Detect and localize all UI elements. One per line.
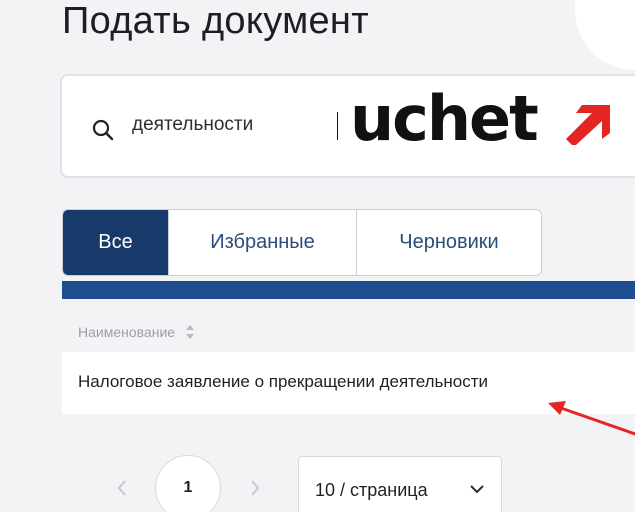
page-size-label: 10 / страница xyxy=(315,480,428,500)
next-page-icon[interactable] xyxy=(246,477,264,499)
tab-drafts[interactable]: Черновики xyxy=(357,210,541,275)
tab-all[interactable]: Все xyxy=(63,210,169,275)
logo-arrow-icon xyxy=(566,105,610,145)
corner-decoration xyxy=(575,0,635,70)
document-submission-panel: Подать документ uchet Все Избранные Черн… xyxy=(0,0,635,512)
text-caret xyxy=(337,112,338,140)
table-top-bar xyxy=(62,281,635,299)
sort-icon[interactable] xyxy=(185,323,195,341)
search-box[interactable] xyxy=(60,74,635,178)
chevron-down-icon xyxy=(470,485,484,494)
pagination: 1 10 / страница xyxy=(0,455,635,512)
page-title: Подать документ xyxy=(62,0,369,42)
document-tabs: Все Избранные Черновики xyxy=(62,209,542,276)
page-size-select[interactable]: 10 / страница xyxy=(298,456,502,512)
page-number-button[interactable]: 1 xyxy=(155,455,221,512)
prev-page-icon[interactable] xyxy=(113,477,131,499)
uchet-logo: uchet xyxy=(350,82,539,155)
search-icon xyxy=(92,119,114,141)
document-name[interactable]: Налоговое заявление о прекращении деятел… xyxy=(78,372,488,392)
search-input[interactable] xyxy=(132,114,332,136)
column-header-name[interactable]: Наименование xyxy=(78,323,195,341)
tab-favorites[interactable]: Избранные xyxy=(169,210,357,275)
annotation-arrow-icon xyxy=(548,401,635,436)
column-header-label: Наименование xyxy=(78,324,176,340)
